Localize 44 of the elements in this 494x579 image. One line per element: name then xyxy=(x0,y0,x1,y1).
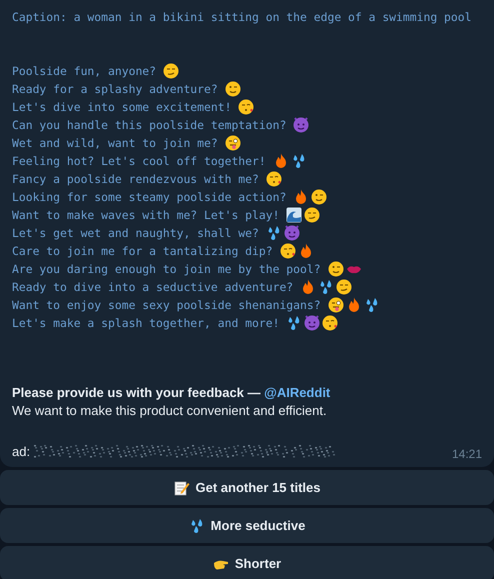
title-line: Fancy a poolside rendezvous with me? xyxy=(12,171,259,188)
title-line: Poolside fun, anyone? xyxy=(12,63,156,80)
kissing-face-icon xyxy=(266,171,282,187)
title-line: Let's get wet and naughty, shall we? xyxy=(12,225,259,242)
smirk-face-icon xyxy=(336,279,352,295)
title-line: Ready to dive into a seductive adventure? xyxy=(12,279,294,296)
reply-button[interactable]: Shorter xyxy=(0,546,494,579)
title-line: Can you handle this poolside temptation? xyxy=(12,117,286,134)
tongue-out-face-icon xyxy=(224,135,241,151)
winking-face-icon xyxy=(224,81,241,97)
water-drops-icon xyxy=(290,153,307,169)
reply-button[interactable]: Get another 15 titles xyxy=(0,470,494,505)
devil-face-icon xyxy=(304,315,320,331)
title-line: Let's make a splash together, and more! xyxy=(12,315,280,332)
smirk-face-icon xyxy=(304,207,320,223)
title-line: Want to make waves with me? Let's play! xyxy=(12,207,280,224)
kissing-face-icon xyxy=(280,243,296,259)
title-line: Feeling hot? Let's cool off together! xyxy=(12,153,266,170)
devil-face-icon xyxy=(293,117,310,133)
title-line: Let's dive into some excitement! xyxy=(12,99,232,116)
feedback-text: Please provide us with your feedback — @AIReddit We want to make this product convenient and efficient. xyxy=(12,384,332,420)
reply-button[interactable]: More seductive xyxy=(0,508,494,543)
winking-face-icon xyxy=(328,261,344,277)
devil-face-icon xyxy=(284,225,300,241)
caption-text: Caption: a woman in a bikini sitting on the edge of a swimming pool xyxy=(12,9,472,26)
message-time: 14:21 xyxy=(452,446,482,461)
water-drops-icon xyxy=(364,297,380,313)
memo-pencil-icon xyxy=(174,480,190,496)
title-line: Are you daring enough to join me by the pool? xyxy=(12,261,321,278)
title-line: Care to join me for a tantalizing dip? xyxy=(12,243,273,260)
ad-label: ad: xyxy=(12,444,30,458)
title-line: Looking for some steamy poolside action? xyxy=(12,189,286,206)
ocean-wave-icon xyxy=(286,207,302,223)
title-line: Ready for a splashy adventure? xyxy=(12,81,218,98)
title-line: Wet and wild, want to join me? xyxy=(12,135,218,152)
kissing-face-icon xyxy=(322,315,338,331)
smirk-face-icon xyxy=(163,63,180,79)
tongue-out-face-icon xyxy=(328,297,344,313)
water-drops-icon xyxy=(188,518,205,534)
kissing-face-icon xyxy=(238,99,254,115)
feedback-link[interactable]: @AIReddit xyxy=(264,385,330,400)
winking-face-icon xyxy=(311,189,328,205)
water-drops-icon xyxy=(266,225,282,241)
title-line: Want to enjoy some sexy poolside shenanigans? xyxy=(12,297,321,314)
